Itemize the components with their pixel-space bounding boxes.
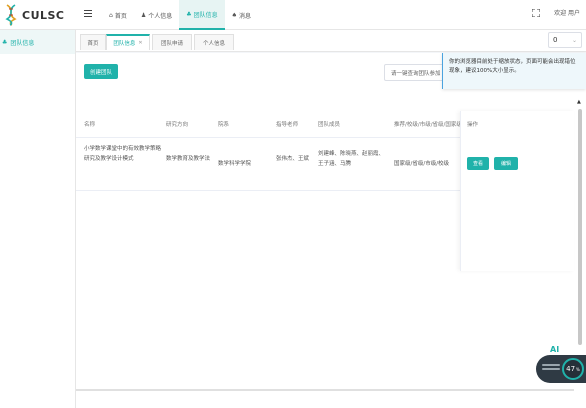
cell-teacher: 张伟杰、王斌 (276, 156, 310, 162)
tab-label: 个人信息 (202, 40, 225, 47)
cell-members: 刘建峰、陈晓燕、赵丽霞、王子涵、马腾 (318, 151, 385, 167)
edit-button[interactable]: 编辑 (494, 157, 518, 170)
tab-home[interactable]: 首页 (80, 34, 106, 50)
create-team-button[interactable]: 创建团队 (84, 64, 118, 79)
logo-text: CULSC (22, 8, 65, 22)
column-header: 操作 (467, 122, 479, 128)
ai-progress-value: 47 (566, 365, 576, 373)
team-table: 名称 研究方向 院系 指导老师 团队成员 推荐/校级/市级/省级/国家级 小学数… (76, 111, 574, 271)
team-icon: ♣ (2, 38, 8, 46)
actions-column: 操作 查看 编辑 (460, 111, 574, 271)
column-header: 指导老师 (276, 122, 299, 128)
horizontal-scrollbar[interactable] (76, 389, 574, 391)
sidebar: ♣ 团队信息 (0, 30, 76, 408)
tab-options-select[interactable]: 0 ⌄ (548, 32, 582, 48)
column-header: 院系 (218, 122, 230, 128)
column-header: 推荐/校级/市级/省级/国家级 (394, 122, 462, 128)
fullscreen-icon[interactable] (532, 8, 541, 17)
tab-bar: 首页 团队信息 ✕ 团队申请 个人信息 (76, 30, 586, 52)
dna-logo-icon (5, 4, 17, 26)
close-icon[interactable]: ✕ (138, 40, 142, 46)
cell-name: 小学数学课堂中的有效教学策略研究及教学设计模式 (84, 146, 162, 162)
tab-label: 首页 (87, 40, 99, 47)
ai-label: AI (550, 345, 560, 354)
tab-label: 团队信息 (113, 41, 136, 47)
top-bar: CULSC ⌂ 首页 ♟ 个人信息 ♣ 团队信息 ♠ 消息 欢迎 用户 (0, 0, 586, 30)
user-icon: ♟ (140, 11, 147, 19)
main-content: 创建团队 请一键查询团队参加 你的浏览器目前处于缩放状态，页面可能会出现错位现象… (76, 53, 586, 408)
scroll-up-icon[interactable]: ▲ (577, 99, 581, 105)
menu-toggle-icon[interactable] (84, 10, 92, 18)
view-button[interactable]: 查看 (467, 157, 489, 170)
topnav-label: 团队信息 (193, 11, 218, 19)
home-icon: ⌂ (109, 11, 113, 19)
team-icon: ♣ (186, 10, 192, 18)
tab-team-apply[interactable]: 团队申请 (152, 34, 192, 50)
topnav-label: 首页 (114, 12, 127, 20)
zoom-warning-tooltip: 你的浏览器目前处于缩放状态，页面可能会出现错位现象，建议100%大小显示。 (442, 53, 586, 89)
user-menu[interactable]: 欢迎 用户 (554, 8, 580, 17)
cell-direction: 数学教育及教学法 (166, 156, 211, 162)
top-right-area: 欢迎 用户 (532, 8, 580, 17)
bars-icon (542, 364, 560, 374)
cell-department: 数学科学学院 (218, 161, 252, 167)
tab-team-info[interactable]: 团队信息 ✕ (106, 34, 150, 50)
topnav-item-messages[interactable]: ♠ 消息 (225, 0, 258, 30)
tab-counter-value: 0 (553, 36, 558, 44)
app-logo[interactable]: CULSC (4, 2, 76, 28)
topnav-item-profile[interactable]: ♟ 个人信息 (134, 0, 179, 30)
scroll-thumb[interactable] (577, 109, 582, 345)
sidebar-item-label: 团队信息 (10, 39, 35, 47)
tab-label: 团队申请 (160, 40, 183, 47)
topnav-label: 消息 (239, 12, 252, 20)
topnav-item-home[interactable]: ⌂ 首页 (102, 0, 134, 30)
chevron-down-icon: ⌄ (571, 36, 577, 44)
topnav-label: 个人信息 (148, 12, 173, 20)
bell-icon: ♠ (231, 11, 238, 19)
ai-assistant-widget[interactable]: 47% (536, 355, 586, 383)
tab-profile[interactable]: 个人信息 (194, 34, 234, 50)
cell-level: 国家级/省级/市级/校级 (394, 161, 450, 167)
column-header: 名称 (84, 122, 96, 128)
top-nav: ⌂ 首页 ♟ 个人信息 ♣ 团队信息 ♠ 消息 (102, 0, 258, 30)
search-input[interactable]: 请一键查询团队参加 (384, 64, 448, 81)
column-header: 研究方向 (166, 122, 189, 128)
sidebar-item-team[interactable]: ♣ 团队信息 (0, 30, 75, 54)
ai-progress-unit: % (576, 366, 580, 372)
vertical-scrollbar[interactable]: ▲ (576, 99, 583, 349)
topnav-item-team[interactable]: ♣ 团队信息 (179, 0, 225, 30)
ai-progress-circle[interactable]: 47% (562, 358, 584, 380)
column-header: 团队成员 (318, 122, 341, 128)
